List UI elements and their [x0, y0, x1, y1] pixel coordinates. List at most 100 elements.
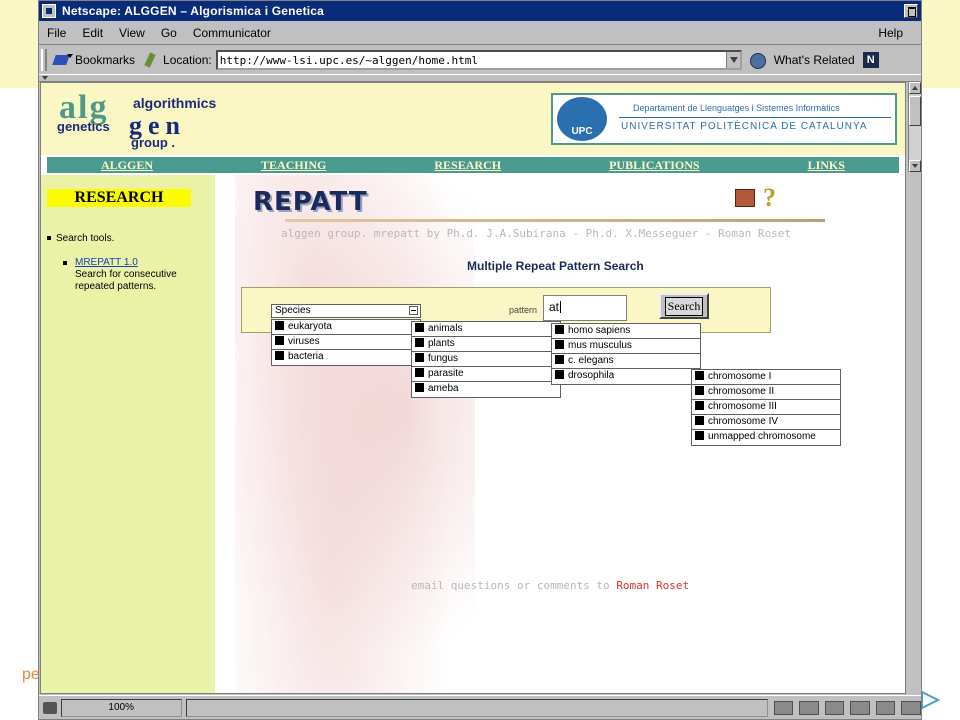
netscape-logo-icon[interactable]: N: [862, 52, 879, 68]
collapse-icon[interactable]: [409, 306, 418, 315]
page-header: alg algorithmics genetics gen group . UP…: [41, 83, 905, 155]
option-viruses[interactable]: viruses: [272, 335, 420, 350]
page-title: REPATT: [253, 187, 368, 217]
logo-group: group .: [131, 135, 176, 150]
search-button[interactable]: Search: [659, 293, 709, 319]
logo-algorithmics: algorithmics: [133, 95, 217, 111]
pattern-input-value: at: [549, 300, 560, 314]
security-lock-icon[interactable]: [43, 701, 57, 714]
nav-links[interactable]: LINKS: [808, 158, 845, 173]
mrepatt-description: Search for consecutive repeated patterns…: [75, 269, 177, 292]
form-title: Multiple Repeat Pattern Search: [467, 259, 644, 273]
bookmarks-icon[interactable]: [51, 52, 73, 68]
bookmarks-button[interactable]: Bookmarks: [75, 53, 135, 67]
menu-communicator[interactable]: Communicator: [185, 26, 279, 40]
sidebar-item-search-tools: Search tools.: [47, 233, 114, 244]
option-drosophila[interactable]: drosophila: [552, 369, 700, 384]
option-ameba[interactable]: ameba: [412, 382, 560, 397]
scroll-up-icon[interactable]: [909, 82, 921, 94]
location-icon[interactable]: [143, 52, 159, 68]
navigator-component-icon[interactable]: [773, 700, 794, 715]
menu-help[interactable]: Help: [870, 26, 911, 40]
upc-department: Departament de Llenguatges i Sistemes In…: [633, 103, 840, 113]
option-unmapped-chromosome[interactable]: unmapped chromosome: [692, 430, 840, 445]
organism-options-list: homo sapiens mus musculus c. elegans dro…: [551, 323, 701, 385]
chromosome-options-list: chromosome I chromosome II chromosome II…: [691, 369, 841, 446]
option-plants[interactable]: plants: [412, 337, 560, 352]
status-message-field: [185, 698, 768, 717]
window-menu-icon[interactable]: [42, 4, 56, 18]
scroll-down-icon[interactable]: [909, 160, 921, 172]
whats-related-icon[interactable]: [748, 52, 770, 69]
url-dropdown-icon[interactable]: [725, 52, 740, 68]
option-chromosome-2[interactable]: chromosome II: [692, 385, 840, 400]
menu-view[interactable]: View: [111, 26, 153, 40]
status-bar: 100%: [39, 695, 922, 719]
option-chromosome-4[interactable]: chromosome IV: [692, 415, 840, 430]
option-bacteria[interactable]: bacteria: [272, 350, 420, 365]
nav-publications[interactable]: PUBLICATIONS: [609, 158, 699, 173]
window-title: Netscape: ALGGEN – Algorismica i Genetic…: [62, 4, 325, 18]
composer-component-icon[interactable]: [850, 700, 870, 715]
option-mus-musculus[interactable]: mus musculus: [552, 339, 700, 354]
option-chromosome-3[interactable]: chromosome III: [692, 400, 840, 415]
dna-background-image: [235, 175, 475, 693]
maximize-button[interactable]: [904, 4, 918, 18]
mail-component-icon[interactable]: [799, 700, 819, 715]
page-viewport: alg algorithmics genetics gen group . UP…: [40, 82, 906, 694]
book-icon[interactable]: [735, 189, 755, 207]
text-caret: [560, 301, 562, 313]
url-input[interactable]: http://www-lsi.upc.es/~alggen/home.html: [215, 50, 742, 70]
title-bar: Netscape: ALGGEN – Algorismica i Genetic…: [39, 1, 921, 21]
vertical-scrollbar[interactable]: [908, 82, 921, 172]
toolbar-grip[interactable]: [41, 49, 47, 71]
menu-file[interactable]: File: [39, 26, 74, 40]
pattern-label: pattern: [509, 305, 538, 315]
nav-research[interactable]: RESEARCH: [434, 158, 501, 173]
nav-teaching[interactable]: TEACHING: [261, 158, 326, 173]
alggen-logo[interactable]: alg algorithmics genetics gen group .: [57, 89, 233, 153]
upc-banner[interactable]: UPC Departament de Llenguatges i Sisteme…: [551, 93, 897, 145]
menu-bar: File Edit View Go Communicator Help: [39, 21, 921, 45]
search-button-label: Search: [664, 296, 704, 316]
species-select-label: Species: [275, 305, 311, 316]
address-book-component-icon[interactable]: [875, 700, 896, 715]
option-animals[interactable]: animals: [412, 322, 560, 337]
option-homo-sapiens[interactable]: homo sapiens: [552, 324, 700, 339]
option-c-elegans[interactable]: c. elegans: [552, 354, 700, 369]
option-chromosome-1[interactable]: chromosome I: [692, 370, 840, 385]
upc-divider: [619, 117, 891, 118]
option-fungus[interactable]: fungus: [412, 352, 560, 367]
credits-line: alggen group. mrepatt by Ph.d. J.A.Subir…: [281, 227, 791, 240]
species-select[interactable]: Species: [271, 304, 421, 318]
contact-email-link[interactable]: Roman Roset: [616, 579, 689, 592]
upc-university: UNIVERSITAT POLITÈCNICA DE CATALUNYA: [621, 121, 868, 132]
scroll-thumb[interactable]: [909, 96, 921, 126]
help-question-icon[interactable]: ?: [763, 183, 776, 213]
menu-go[interactable]: Go: [153, 26, 185, 40]
sidebar-heading: RESEARCH: [47, 189, 191, 207]
species-options-list: eukaryota viruses bacteria: [271, 319, 421, 366]
mrepatt-link[interactable]: MREPATT 1.0: [75, 257, 138, 268]
whats-related-button[interactable]: What's Related: [774, 53, 855, 67]
browser-window: Netscape: ALGGEN – Algorismica i Genetic…: [38, 0, 922, 720]
main-content: REPATT ? alggen group. mrepatt by Ph.d. …: [215, 175, 905, 693]
pattern-input[interactable]: at: [543, 295, 627, 321]
logo-genetics: genetics: [57, 119, 110, 134]
contact-line: email questions or comments to Roman Ros…: [411, 579, 689, 592]
location-label: Location:: [163, 53, 212, 67]
discussions-component-icon[interactable]: [824, 700, 845, 715]
next-slide-arrow-icon[interactable]: [920, 690, 940, 710]
location-toolbar: Bookmarks Location: http://www-lsi.upc.e…: [39, 46, 921, 74]
edit-component-icon[interactable]: [901, 700, 922, 715]
option-parasite[interactable]: parasite: [412, 367, 560, 382]
collapsed-toolbar-strip[interactable]: [39, 74, 921, 82]
url-text: http://www-lsi.upc.es/~alggen/home.html: [219, 53, 479, 67]
title-underline: [285, 219, 825, 222]
option-eukaryota[interactable]: eukaryota: [272, 320, 420, 335]
top-navigation: ALGGEN TEACHING RESEARCH PUBLICATIONS LI…: [47, 157, 899, 173]
nav-alggen[interactable]: ALGGEN: [101, 158, 153, 173]
contact-text: email questions or comments to: [411, 579, 610, 592]
menu-edit[interactable]: Edit: [74, 26, 111, 40]
upc-logo-icon: UPC: [557, 97, 607, 141]
